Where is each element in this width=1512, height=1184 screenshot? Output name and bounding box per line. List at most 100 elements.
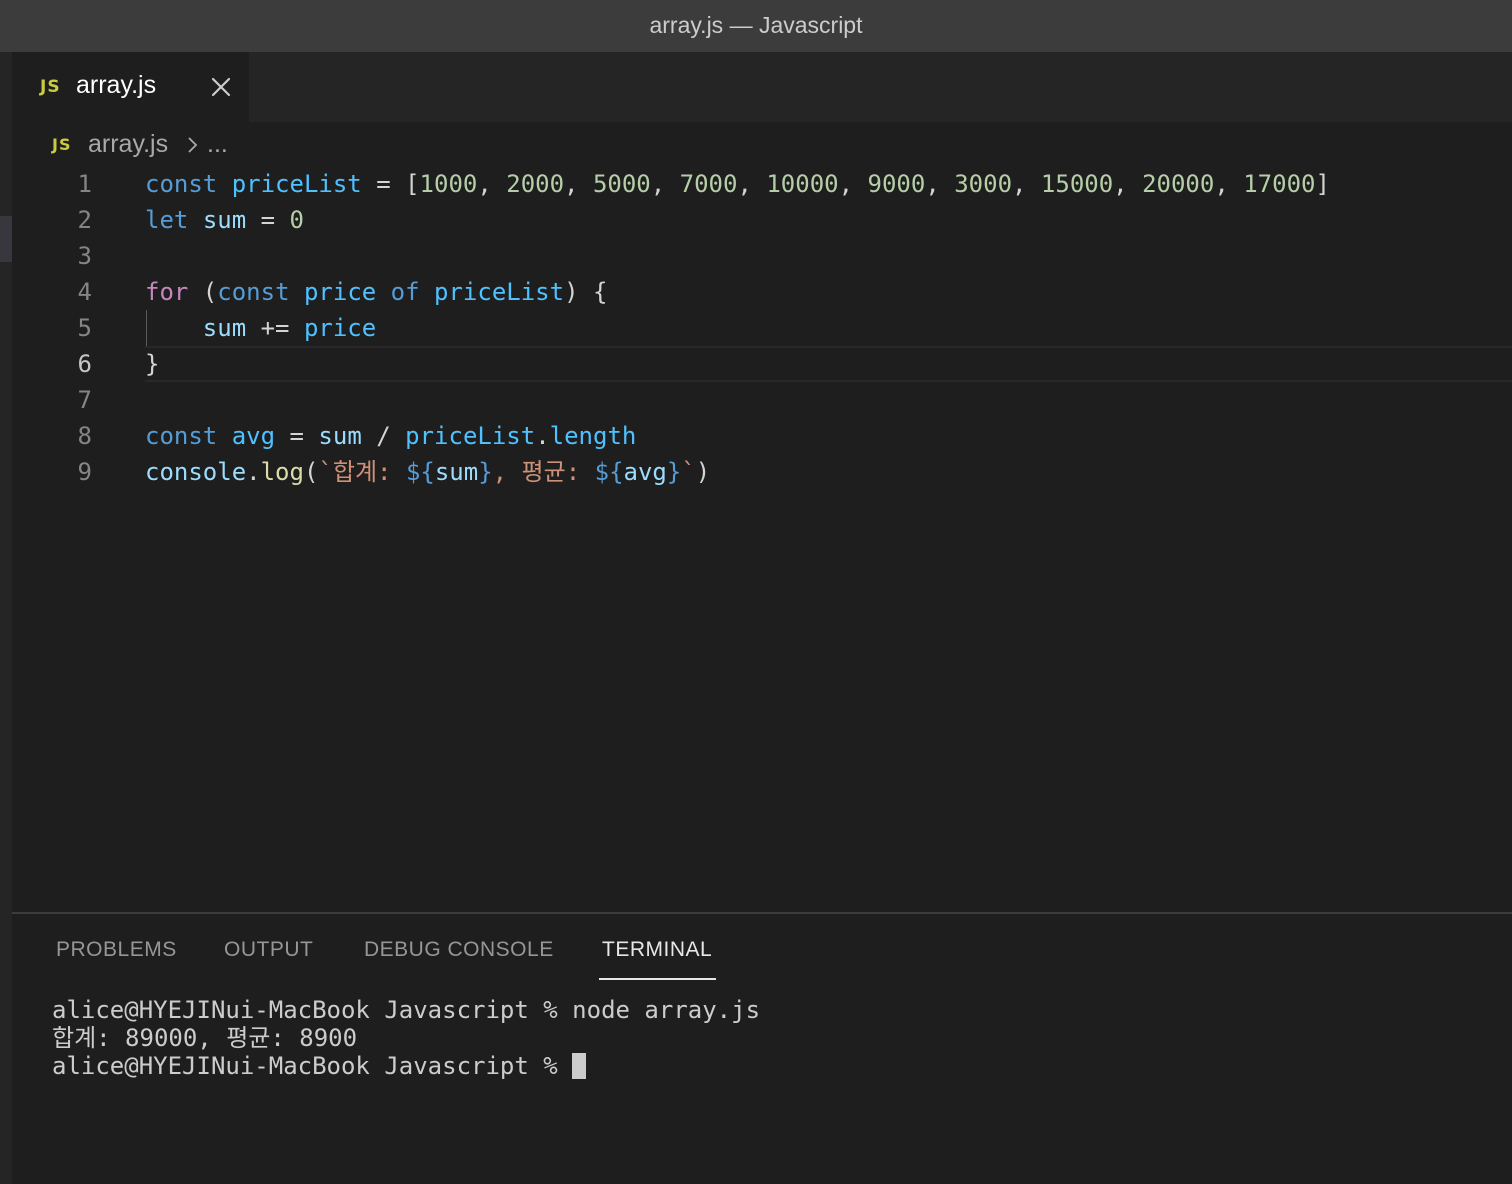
line-number: 3 xyxy=(77,242,92,270)
code-token: , 평균: xyxy=(492,458,595,486)
line-number: 5 xyxy=(77,314,92,342)
code-token: ` xyxy=(681,458,696,486)
active-tab-indicator xyxy=(599,978,716,980)
terminal-prompt-line[interactable]: alice@HYEJINui-MacBook Javascript % xyxy=(52,1052,1492,1080)
code-token: sum xyxy=(202,314,247,342)
window-title: array.js — Javascript xyxy=(0,0,1512,52)
code-token: log xyxy=(260,458,304,486)
code-line[interactable]: console.log(`합계: ${sum}, 평균: ${avg}`) xyxy=(145,454,1512,490)
code-area[interactable]: const priceList = [1000, 2000, 5000, 700… xyxy=(145,166,1512,490)
code-token: . xyxy=(246,458,261,486)
code-token: price xyxy=(303,278,377,306)
code-line[interactable]: for (const price of priceList) { xyxy=(145,274,1512,310)
code-token: ) xyxy=(695,458,711,486)
close-icon[interactable] xyxy=(208,74,234,100)
code-token: for xyxy=(145,278,189,306)
code-token: 20000 xyxy=(1142,170,1215,198)
breadcrumb-symbols[interactable]: ... xyxy=(207,130,228,159)
code-token: } xyxy=(666,458,682,486)
tab-bar: JS array.js xyxy=(12,52,1512,122)
line-number: 2 xyxy=(77,206,92,234)
code-token: avg xyxy=(623,458,667,486)
code-editor[interactable]: 1 2 3 4 5 6 7 8 9 const priceList = [1000, 2000,… xyxy=(12,166,1512,912)
code-token: sum xyxy=(434,458,479,486)
tab-debug-console[interactable]: DEBUG CONSOLE xyxy=(364,938,554,962)
javascript-file-icon: JS xyxy=(52,135,72,154)
code-token: 7000 xyxy=(679,170,738,198)
line-number: 8 xyxy=(77,422,92,450)
code-token: ] xyxy=(1315,170,1330,198)
code-line[interactable] xyxy=(145,238,1512,274)
code-line[interactable] xyxy=(145,382,1512,418)
code-token: , xyxy=(564,170,593,198)
activity-strip-marker xyxy=(0,216,12,262)
code-token: . xyxy=(535,422,550,450)
code-token: , xyxy=(1214,170,1244,198)
code-token: 1000 xyxy=(419,170,478,198)
code-token: 10000 xyxy=(766,170,839,198)
code-token: = xyxy=(246,206,290,234)
code-line[interactable]: } xyxy=(145,346,1512,382)
code-token: const xyxy=(145,422,218,450)
tab-array-js[interactable]: JS array.js xyxy=(12,52,249,122)
code-token: console xyxy=(145,458,247,486)
javascript-file-icon: JS xyxy=(40,77,61,97)
code-token: } xyxy=(478,458,493,486)
code-token: , xyxy=(737,170,767,198)
code-line[interactable]: const priceList = [1000, 2000, 5000, 700… xyxy=(145,166,1512,202)
code-token: priceList xyxy=(434,278,565,306)
code-token: ( xyxy=(188,278,218,306)
terminal-output[interactable]: alice@HYEJINui-MacBook Javascript % node… xyxy=(52,996,1492,1080)
editor-window: array.js — Javascript JS array.js JS arr… xyxy=(0,0,1512,1184)
line-number: 4 xyxy=(77,278,92,306)
code-token: , xyxy=(1012,170,1041,198)
code-token: , xyxy=(1113,170,1143,198)
code-token: of xyxy=(390,278,420,306)
tab-output[interactable]: OUTPUT xyxy=(224,938,313,962)
code-token: avg xyxy=(231,422,276,450)
code-token: 2000 xyxy=(506,170,565,198)
activity-strip xyxy=(0,52,12,1184)
code-token: = xyxy=(275,422,319,450)
line-number-gutter: 1 2 3 4 5 6 7 8 9 xyxy=(12,166,92,490)
code-line[interactable]: let sum = 0 xyxy=(145,202,1512,238)
code-token: , xyxy=(925,170,955,198)
code-token: const xyxy=(217,278,290,306)
breadcrumb: JS array.js ... xyxy=(12,122,1512,166)
code-line[interactable]: sum += price xyxy=(145,310,1512,346)
code-token: ${ xyxy=(594,458,624,486)
code-token: , xyxy=(477,170,507,198)
code-token: priceList xyxy=(231,170,362,198)
tab-label: array.js xyxy=(76,71,157,99)
code-token: ${ xyxy=(405,458,435,486)
code-token: 17000 xyxy=(1243,170,1316,198)
code-token: const xyxy=(145,170,218,198)
code-line[interactable]: const avg = sum / priceList.length xyxy=(145,418,1512,454)
tab-problems[interactable]: PROBLEMS xyxy=(56,938,177,962)
code-token: , xyxy=(650,170,680,198)
code-token: length xyxy=(549,422,637,450)
line-number: 9 xyxy=(77,458,92,486)
code-token: sum xyxy=(202,206,247,234)
line-number: 7 xyxy=(77,386,92,414)
terminal-cursor xyxy=(572,1053,587,1079)
code-token: 3000 xyxy=(954,170,1013,198)
line-number: 6 xyxy=(77,350,92,378)
code-token: priceList xyxy=(405,422,536,450)
terminal-line: 합계: 89000, 평균: 8900 xyxy=(52,1024,358,1052)
terminal-line: alice@HYEJINui-MacBook Javascript % node… xyxy=(52,996,761,1024)
breadcrumb-file[interactable]: array.js xyxy=(88,130,168,159)
code-token: 0 xyxy=(289,206,304,234)
tab-terminal[interactable]: TERMINAL xyxy=(602,938,712,962)
code-token: } xyxy=(145,350,160,378)
code-token: / xyxy=(361,422,406,450)
code-token: ) { xyxy=(564,278,608,306)
code-token: sum xyxy=(318,422,362,450)
chevron-right-icon xyxy=(188,137,198,153)
